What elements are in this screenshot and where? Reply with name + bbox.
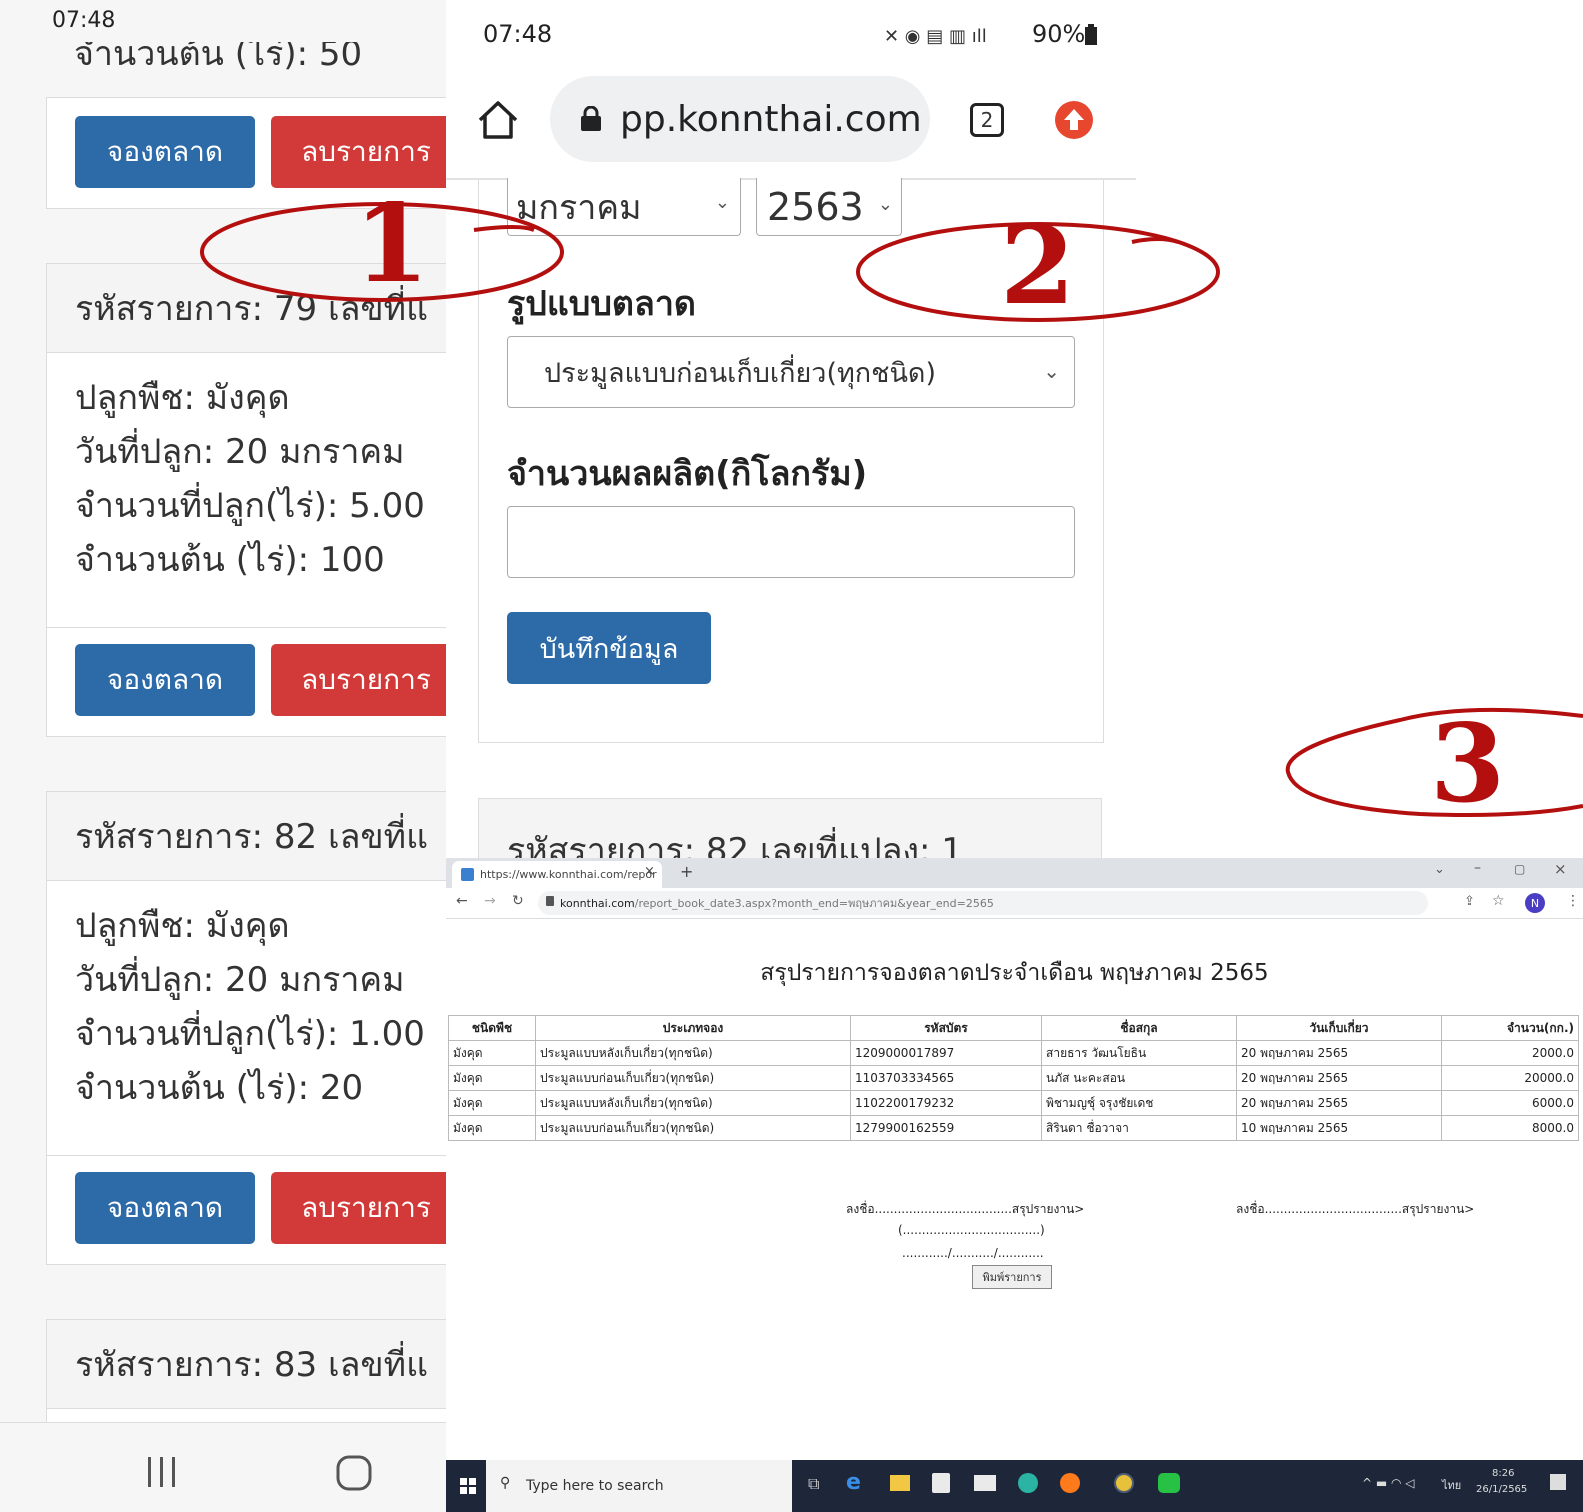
annotation-overlay <box>200 202 1583 817</box>
annotation-number-3: 3 <box>1430 701 1506 827</box>
annotation-stroke-1 <box>473 225 535 232</box>
annotation-number-1: 1 <box>354 181 430 307</box>
annotation-number-2: 2 <box>1000 203 1076 329</box>
annotation-stroke-2 <box>1131 237 1179 244</box>
